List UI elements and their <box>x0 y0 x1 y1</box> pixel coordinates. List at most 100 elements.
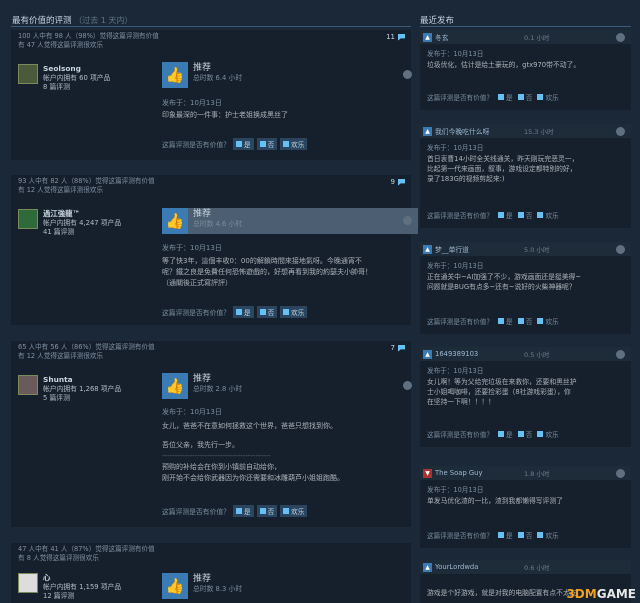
review-line: 士小姐喝咖啡，还要捡彩蛋（8社游戏彩蛋），你 <box>427 388 571 396</box>
no-button[interactable]: 否 <box>517 210 532 220</box>
steam-icon <box>616 127 625 136</box>
yes-button[interactable]: 是 <box>497 429 513 439</box>
hours-played: 0.6 小时 <box>524 564 550 572</box>
review-count[interactable]: 12 篇评测 <box>43 592 121 601</box>
funny-button[interactable]: 欢乐 <box>537 316 559 326</box>
yes-button[interactable]: 是 <box>497 92 513 102</box>
review-text: 等了快3年，這個丰收0：00的解鎖時間來接地氣呀。今晚通宵不 呢？鐵之良是免費任何… <box>162 256 414 289</box>
no-button[interactable]: 否 <box>256 306 278 318</box>
funny-button[interactable]: 欢乐 <box>537 429 559 439</box>
no-button[interactable]: 否 <box>256 505 278 517</box>
review-text: 印象最深的一件事：护士老姐换成黑丝了 <box>162 110 414 121</box>
recent-review-card: ▲ 我们今晚吃什么呀 15.3 小时 发布于：10月13日 首日衷曹14小时全关线通… <box>420 124 631 228</box>
smiley-icon <box>537 94 544 100</box>
avatar[interactable] <box>18 573 38 593</box>
author-name[interactable]: 過江強龍™ <box>43 209 121 219</box>
review-line: 垃圾优化，估计是给土豪玩的，gtx970带不动了。 <box>427 61 581 69</box>
author-name[interactable]: Seolsong <box>43 64 110 74</box>
recommendation-header[interactable]: 👍 推荐 总时数 6.4 小时 <box>162 62 418 88</box>
helpful-label: 这篇评测是否有价值？ <box>162 508 230 516</box>
steam-icon <box>403 216 412 225</box>
recent-review-header[interactable]: ▼ The Soap Guy 1.8 小时 <box>420 466 631 480</box>
comment-badge[interactable]: 9 <box>391 178 405 186</box>
author-name[interactable]: Shunta <box>43 375 121 385</box>
review-author[interactable]: Shunta 帐户内拥有 1,268 项产品 5 篇评测 <box>18 375 121 403</box>
no-button[interactable]: 否 <box>517 429 532 439</box>
funny-button[interactable]: 欢乐 <box>280 138 308 150</box>
thumbs-up-icon <box>235 309 242 315</box>
review-text: 垃圾优化，估计是给土豪玩的，gtx970带不动了。 <box>420 58 631 70</box>
reviewer-name[interactable]: The Soap Guy <box>435 469 521 477</box>
author-name[interactable]: 心 <box>43 573 121 583</box>
right-section-title: 最近发布 <box>420 16 455 26</box>
review-card: 100 人中有 98 人（98%）觉得这篇评测有价值有 47 人觉得这篇评测很欢… <box>11 30 414 160</box>
no-button[interactable]: 否 <box>517 92 532 102</box>
smiley-icon <box>537 431 544 437</box>
yes-button[interactable]: 是 <box>497 530 513 540</box>
yes-button[interactable]: 是 <box>497 210 513 220</box>
review-text: 女儿啊！等为父给完垃圾在来救你，还要和黑丝护 士小姐喝咖啡，还要捡彩蛋（8社游戏彩… <box>420 375 631 407</box>
reviewer-name[interactable]: YourLordwda <box>435 563 521 571</box>
no-button[interactable]: 否 <box>256 138 278 150</box>
review-line: 女儿啊！等为父给完垃圾在来救你，还要和黑丝护 <box>427 378 577 386</box>
thumbs-up-icon <box>235 141 242 147</box>
no-button[interactable]: 否 <box>517 316 532 326</box>
recommend-label: 推荐 <box>193 574 212 584</box>
thumbs-up-icon <box>497 532 504 538</box>
recommendation-header[interactable]: 👍 推荐 总时数 2.8 小时 <box>162 373 418 399</box>
avatar[interactable] <box>18 64 38 84</box>
post-date: 发布于：10月13日 <box>427 144 484 152</box>
review-author[interactable]: Seolsong 帐户内拥有 60 项产品 8 篇评测 <box>18 64 110 92</box>
funny-button[interactable]: 欢乐 <box>280 505 308 517</box>
post-date: 发布于：10月13日 <box>162 99 222 107</box>
review-line: 呢？鐵之良是免費任何恐怖遊戲的，好想再看到我的約瑟夫小帥哥！ <box>162 268 372 276</box>
recommendation-header[interactable]: 👍 推荐 总时数 4.6 小时 <box>162 208 418 234</box>
smiley-icon <box>537 532 544 538</box>
review-count[interactable]: 41 篇评测 <box>43 228 121 237</box>
recent-review-header[interactable]: ▲ 梦__单行道 5.0 小时 <box>420 242 631 256</box>
helpful-count: 65 人中有 56 人（86%）觉得这篇评测有价值 <box>18 343 155 351</box>
yes-button[interactable]: 是 <box>232 505 254 517</box>
reviewer-name[interactable]: 梦__单行道 <box>435 244 521 254</box>
yes-button[interactable]: 是 <box>232 306 254 318</box>
smiley-icon <box>283 309 290 315</box>
products-owned: 帐户内拥有 1,268 项产品 <box>43 385 122 393</box>
helpful-prompt: 这篇评测是否有价值？ 是 否 欢乐 <box>427 92 559 102</box>
comment-badge[interactable]: 7 <box>391 344 405 352</box>
no-button[interactable]: 否 <box>517 530 532 540</box>
review-separator: ----------------------------------------… <box>162 452 271 460</box>
steam-icon <box>616 350 625 359</box>
review-author[interactable]: 過江強龍™ 帐户内拥有 4,247 项产品 41 篇评测 <box>18 209 121 237</box>
funny-button[interactable]: 欢乐 <box>280 306 308 318</box>
review-line: 录了183G的视频剪起来:) <box>427 175 505 183</box>
review-count[interactable]: 5 篇评测 <box>43 394 121 403</box>
thumbs-up-icon: 👍 <box>162 62 188 88</box>
reviewer-name[interactable]: 1649389103 <box>435 350 521 358</box>
avatar[interactable] <box>18 375 38 395</box>
review-count[interactable]: 8 篇评测 <box>43 83 110 92</box>
recent-review-header[interactable]: ▲ YourLordwda 0.6 小时 <box>420 560 631 574</box>
reviewer-name[interactable]: 冬玄 <box>435 32 521 42</box>
yes-button[interactable]: 是 <box>497 316 513 326</box>
review-meta: 65 人中有 56 人（86%）觉得这篇评测有价值有 12 人觉得这篇评测很欢乐 <box>11 341 411 361</box>
left-title-text: 最有价值的评测 <box>12 16 72 26</box>
post-date: 发布于：10月13日 <box>427 50 484 58</box>
reviewer-name[interactable]: 我们今晚吃什么呀 <box>435 126 521 136</box>
funny-button[interactable]: 欢乐 <box>537 530 559 540</box>
comment-badge[interactable]: 11 <box>386 33 405 41</box>
thumbs-up-icon: ▲ <box>423 32 432 42</box>
yes-button[interactable]: 是 <box>232 138 254 150</box>
recommend-label: 推荐 <box>193 209 212 219</box>
review-author[interactable]: 心帐户内拥有 1,159 项产品 12 篇评测 <box>18 573 121 601</box>
avatar[interactable] <box>18 209 38 229</box>
thumbs-up-icon: ▲ <box>423 349 432 359</box>
funny-button[interactable]: 欢乐 <box>537 210 559 220</box>
recent-review-header[interactable]: ▲ 1649389103 0.5 小时 <box>420 347 631 361</box>
funny-button[interactable]: 欢乐 <box>537 92 559 102</box>
comment-count: 7 <box>390 344 395 352</box>
thumbs-down-icon <box>259 508 266 514</box>
recommendation-header[interactable]: 👍 推荐 总时数 8.3 小时 <box>162 573 418 599</box>
review-line: 预购的补给会在你到小镇前自动给你， <box>162 463 281 471</box>
recent-review-header[interactable]: ▲ 冬玄 0.1 小时 <box>420 30 631 44</box>
recent-review-header[interactable]: ▲ 我们今晚吃什么呀 15.3 小时 <box>420 124 631 138</box>
